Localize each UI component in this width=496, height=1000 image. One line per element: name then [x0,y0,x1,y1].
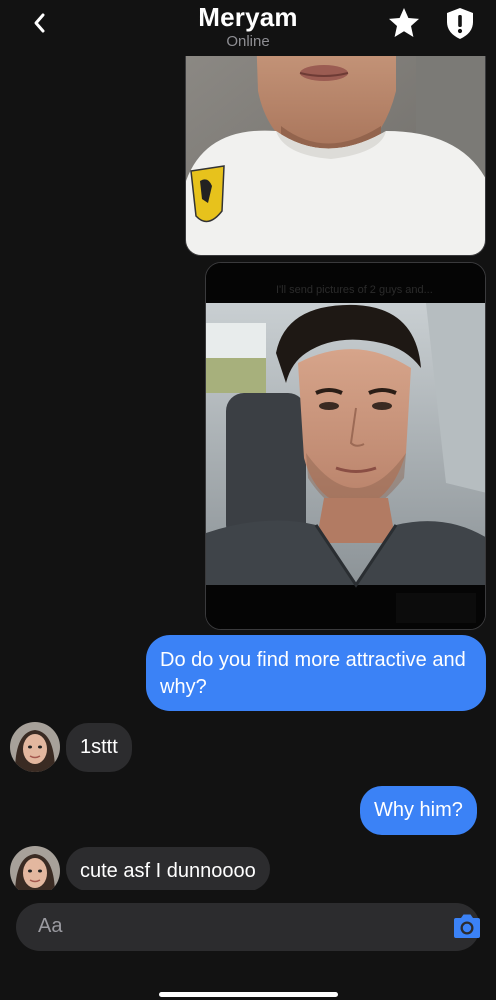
chat-header: Meryam Online [0,0,496,56]
report-button[interactable] [444,6,476,40]
message-input[interactable]: Aa [16,903,480,951]
camera-button[interactable] [450,911,484,943]
sent-message-bubble[interactable]: Do do you find more attractive and why? [146,635,486,711]
received-message-bubble[interactable]: 1sttt [66,723,132,772]
received-message-bubble[interactable]: cute asf I dunnoooo [66,847,270,891]
contact-avatar[interactable] [10,846,60,896]
photo-man-white-shirt [186,31,485,255]
chat-screen: I'll send pictures of 2 guys and... Do d… [0,0,496,1000]
sent-screenshot-message[interactable]: I'll send pictures of 2 guys and... [205,262,486,630]
sent-message-bubble[interactable]: Why him? [360,786,477,835]
shield-alert-icon [447,8,473,39]
online-status: Online [226,33,270,50]
star-icon [389,8,419,37]
photo-man-in-car: I'll send pictures of 2 guys and... [206,263,485,629]
contact-avatar[interactable] [10,722,60,772]
home-indicator [159,992,338,997]
sent-photo-message[interactable] [185,30,486,256]
avatar-photo [10,722,60,772]
favorite-button[interactable] [387,6,421,40]
contact-name: Meryam [198,2,298,32]
message-input-placeholder: Aa [38,915,63,937]
overlay-caption: I'll send pictures of 2 guys and... [276,284,433,296]
avatar-photo [10,846,60,896]
camera-icon [454,914,480,938]
